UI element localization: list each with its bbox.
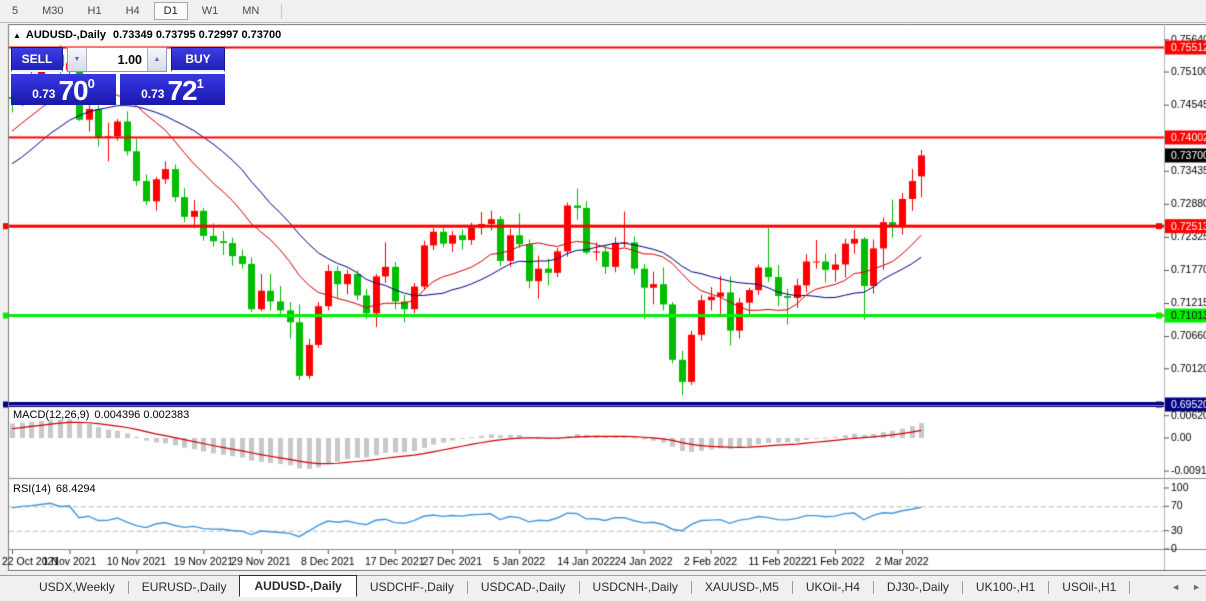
sell-price-display[interactable]: 0.73 70 0 — [11, 74, 116, 105]
symbol-tab-ukoil-h4[interactable]: UKOil-,H4 — [793, 577, 873, 597]
chart-symbol-period: AUDUSD-,Daily — [26, 29, 106, 41]
symbol-tab-xauusd-m5[interactable]: XAUUSD-,M5 — [692, 577, 792, 597]
symbol-tab-usdchf-daily[interactable]: USDCHF-,Daily — [357, 577, 467, 597]
timeframe-button-w1[interactable]: W1 — [192, 2, 229, 20]
rsi-value: 68.4294 — [56, 483, 96, 495]
rsi-name: RSI(14) — [13, 483, 51, 495]
timeframe-toolbar: 5M30 H1H4D1W1MN — [0, 0, 1206, 23]
trade-panel-quote-row: 0.73 70 0 0.73 72 1 — [11, 74, 225, 105]
rsi-indicator-label: RSI(14) 68.4294 — [13, 483, 96, 495]
timeframe-button-h4[interactable]: H4 — [116, 2, 150, 20]
symbol-tab-eurusd-daily[interactable]: EURUSD-,Daily — [129, 577, 240, 597]
tab-scroll-right-button[interactable]: ► — [1192, 582, 1201, 592]
sell-price-pipette: 0 — [88, 77, 95, 91]
chart-title-marker-icon: ▲ — [13, 31, 21, 40]
buy-price-display[interactable]: 0.73 72 1 — [120, 74, 225, 105]
price-chart-canvas[interactable] — [0, 24, 1206, 571]
volume-input[interactable] — [87, 48, 147, 71]
symbol-tab-usoil-h1[interactable]: USOil-,H1 — [1049, 577, 1129, 597]
symbol-tab-audusd-daily[interactable]: AUDUSD-,Daily — [239, 575, 356, 597]
volume-increase-button[interactable]: ▲ — [147, 48, 166, 71]
toolbar-divider — [281, 4, 282, 19]
buy-button[interactable]: BUY — [171, 47, 225, 72]
buy-price-pipette: 1 — [197, 77, 204, 91]
trade-panel-top-row: SELL ▼ ▲ BUY — [11, 47, 225, 72]
symbol-tab-usdcnh-daily[interactable]: USDCNH-,Daily — [580, 577, 691, 597]
one-click-trading-panel: SELL ▼ ▲ BUY 0.73 70 0 0.73 72 1 — [11, 47, 225, 105]
symbol-tab-bar: USDX,WeeklyEURUSD-,DailyAUDUSD-,DailyUSD… — [0, 575, 1206, 598]
buy-price-pips: 72 — [167, 77, 196, 104]
timeframe-button-d1[interactable]: D1 — [154, 2, 188, 20]
symbol-tab-usdcad-daily[interactable]: USDCAD-,Daily — [468, 577, 579, 597]
chart-ohlc-values: 0.73349 0.73795 0.72997 0.73700 — [113, 29, 281, 41]
macd-name: MACD(12,26,9) — [13, 409, 89, 421]
timeframe-button-m30[interactable]: M30 — [32, 2, 73, 20]
macd-values: 0.004396 0.002383 — [94, 409, 189, 421]
tab-divider — [1129, 581, 1130, 594]
sell-price-pips: 70 — [58, 77, 87, 104]
volume-decrease-button[interactable]: ▼ — [68, 48, 87, 71]
buy-price-prefix: 0.73 — [141, 84, 164, 104]
tab-scroll-left-button[interactable]: ◄ — [1171, 582, 1180, 592]
timeframe-button-mn[interactable]: MN — [232, 2, 269, 20]
symbol-tab-usdx-weekly[interactable]: USDX,Weekly — [26, 577, 128, 597]
timeframe-button-5[interactable]: 5 — [2, 2, 28, 20]
sell-price-prefix: 0.73 — [32, 84, 55, 104]
symbol-tab-uk100-h1[interactable]: UK100-,H1 — [963, 577, 1048, 597]
symbol-tab-dj30-daily[interactable]: DJ30-,Daily — [874, 577, 962, 597]
macd-indicator-label: MACD(12,26,9) 0.004396 0.002383 — [13, 409, 189, 421]
sell-button[interactable]: SELL — [11, 47, 63, 72]
volume-stepper: ▼ ▲ — [67, 47, 167, 72]
tab-scroll-arrows: ◄ ► — [1171, 582, 1201, 592]
timeframe-button-h1[interactable]: H1 — [78, 2, 112, 20]
chart-title: ▲ AUDUSD-,Daily 0.73349 0.73795 0.72997 … — [13, 29, 281, 41]
